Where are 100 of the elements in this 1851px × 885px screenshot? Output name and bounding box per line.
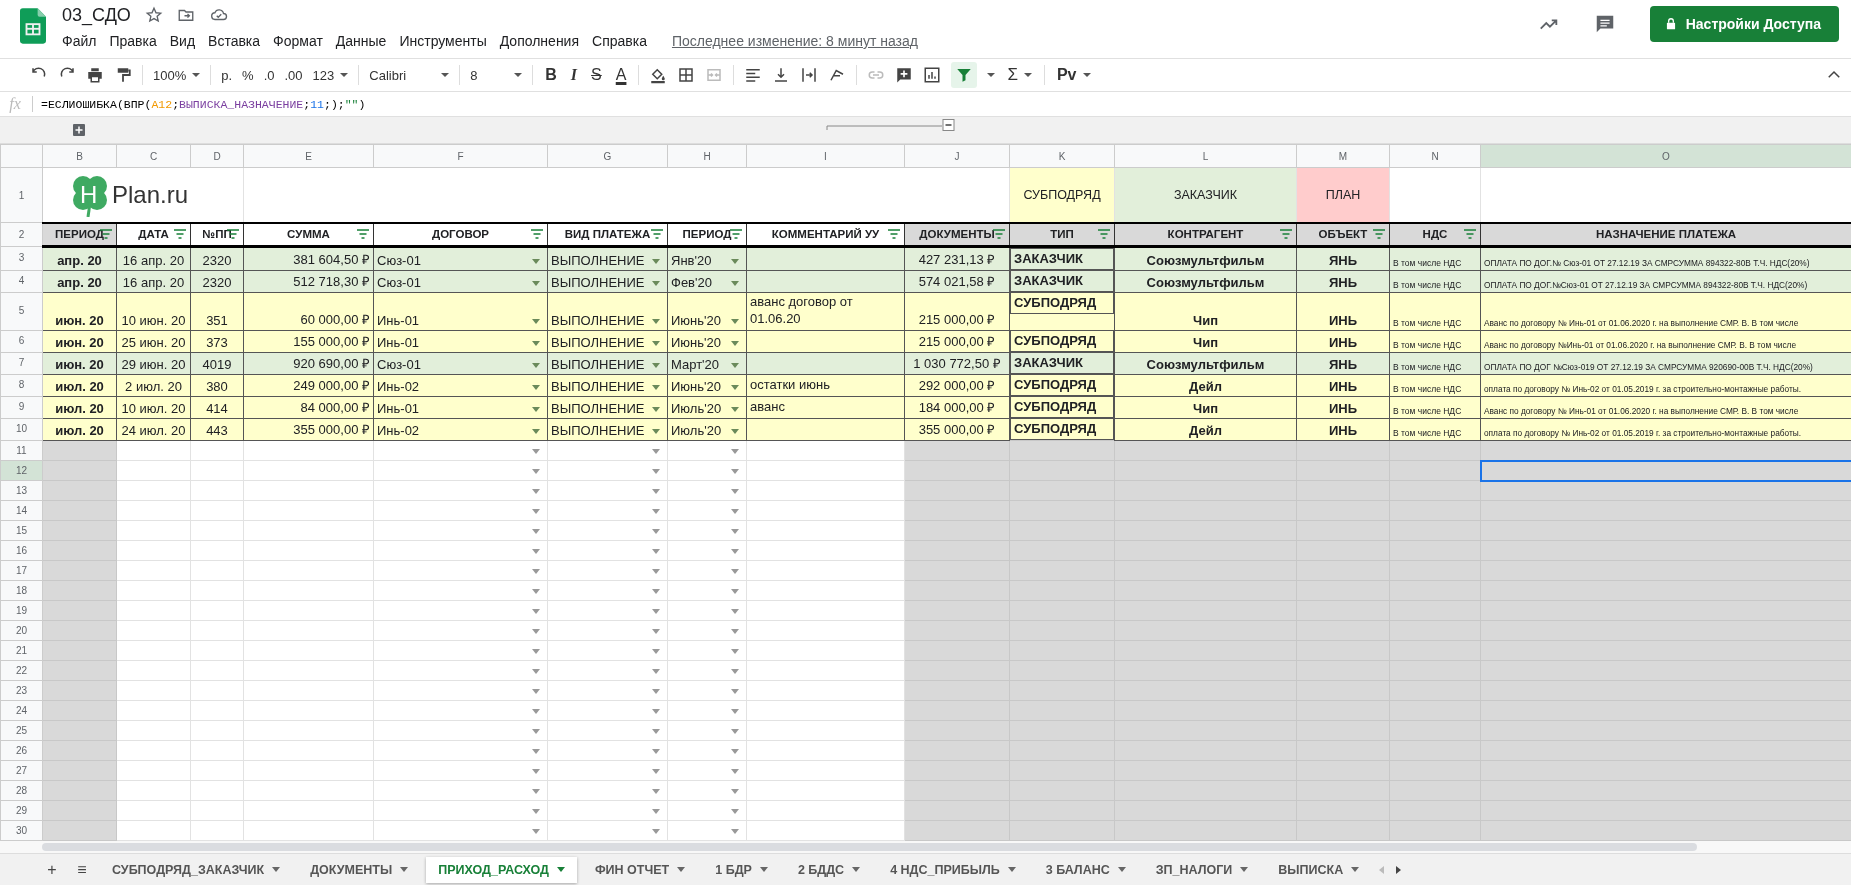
dropdown-icon[interactable]: [731, 469, 739, 475]
column-header[interactable]: J: [904, 144, 1010, 168]
row-number[interactable]: 24: [0, 700, 43, 721]
dropdown-icon[interactable]: [532, 769, 540, 775]
dropdown-icon[interactable]: [652, 749, 660, 755]
column-header[interactable]: G: [547, 144, 668, 168]
menu-item[interactable]: Дополнения: [499, 31, 587, 51]
dropdown-icon[interactable]: [532, 569, 540, 575]
menu-item[interactable]: Инструменты: [399, 31, 494, 51]
expand-group-icon[interactable]: [73, 124, 85, 136]
row-number[interactable]: 15: [0, 520, 43, 541]
dropdown-icon[interactable]: [532, 449, 540, 455]
row-number[interactable]: 29: [0, 800, 43, 821]
share-button[interactable]: Настройки Доступа: [1649, 6, 1839, 42]
sheet-tab[interactable]: ПРИХОД_РАСХОД: [426, 856, 577, 883]
dropdown-icon[interactable]: [731, 829, 739, 835]
font-size-select[interactable]: 8: [470, 67, 523, 83]
dropdown-icon[interactable]: [652, 669, 660, 675]
dropdown-icon[interactable]: [731, 689, 739, 695]
font-select[interactable]: Calibri: [369, 67, 450, 83]
strikethrough-button[interactable]: S: [589, 66, 604, 84]
dropdown-icon[interactable]: [532, 384, 540, 390]
dropdown-icon[interactable]: [731, 340, 739, 346]
sheets-logo-icon[interactable]: [20, 8, 46, 44]
dropdown-icon[interactable]: [652, 489, 660, 495]
row-number[interactable]: 20: [0, 620, 43, 641]
dropdown-icon[interactable]: [532, 629, 540, 635]
column-header[interactable]: L: [1114, 144, 1297, 168]
dropdown-icon[interactable]: [652, 769, 660, 775]
all-sheets-button[interactable]: ≡: [70, 860, 94, 879]
filter-icon[interactable]: [993, 229, 1005, 240]
chart-icon[interactable]: [923, 66, 942, 84]
row-number[interactable]: 28: [0, 780, 43, 801]
row-number[interactable]: 30: [0, 820, 43, 841]
row-number[interactable]: 22: [0, 660, 43, 681]
dropdown-icon[interactable]: [532, 589, 540, 595]
row-number[interactable]: 25: [0, 720, 43, 741]
menu-item[interactable]: Формат: [273, 31, 330, 51]
dropdown-icon[interactable]: [532, 649, 540, 655]
dropdown-icon[interactable]: [731, 669, 739, 675]
dropdown-icon[interactable]: [731, 258, 739, 264]
dropdown-icon[interactable]: [532, 549, 540, 555]
dropdown-icon[interactable]: [731, 729, 739, 735]
dropdown-icon[interactable]: [731, 749, 739, 755]
dropdown-icon[interactable]: [731, 769, 739, 775]
dropdown-icon[interactable]: [731, 569, 739, 575]
dropdown-icon[interactable]: [652, 689, 660, 695]
star-icon[interactable]: [144, 6, 163, 24]
italic-button[interactable]: I: [568, 66, 580, 84]
sheet-tab[interactable]: ФИН ОТЧЕТ: [582, 856, 698, 883]
column-header[interactable]: D: [190, 144, 244, 168]
dropdown-icon[interactable]: [731, 549, 739, 555]
menu-item[interactable]: Правка: [109, 31, 164, 51]
dropdown-icon[interactable]: [652, 449, 660, 455]
menu-item[interactable]: Справка: [592, 31, 654, 51]
dropdown-icon[interactable]: [652, 549, 660, 555]
row-number[interactable]: 11: [0, 440, 43, 461]
dropdown-icon[interactable]: [731, 449, 739, 455]
sheet-tab[interactable]: 4 НДС_ПРИБЫЛЬ: [878, 856, 1028, 883]
bold-button[interactable]: B: [543, 66, 559, 84]
column-header[interactable]: I: [746, 144, 905, 168]
borders-icon[interactable]: [677, 66, 696, 84]
menu-item[interactable]: Данные: [335, 31, 394, 51]
dropdown-icon[interactable]: [532, 789, 540, 795]
row-number[interactable]: 5: [0, 292, 43, 331]
dropdown-icon[interactable]: [652, 609, 660, 615]
row-number[interactable]: 9: [0, 396, 43, 419]
column-header[interactable]: H: [667, 144, 747, 168]
column-header[interactable]: N: [1389, 144, 1481, 168]
dropdown-icon[interactable]: [652, 362, 660, 368]
dropdown-icon[interactable]: [731, 589, 739, 595]
dropdown-icon[interactable]: [652, 829, 660, 835]
dropdown-icon[interactable]: [731, 529, 739, 535]
sheet-tab[interactable]: 2 БДДС: [785, 856, 873, 883]
row-number[interactable]: 17: [0, 560, 43, 581]
add-comment-icon[interactable]: [895, 66, 914, 84]
currency-format-button[interactable]: р.: [221, 67, 233, 83]
row-number[interactable]: 19: [0, 600, 43, 621]
column-header[interactable]: F: [373, 144, 548, 168]
row-number[interactable]: 14: [0, 500, 43, 521]
functions-button[interactable]: Σ: [1005, 65, 1034, 85]
dropdown-icon[interactable]: [652, 406, 660, 412]
menu-item[interactable]: Вид: [169, 31, 203, 51]
sheet-tab[interactable]: 1 БДР: [703, 856, 780, 883]
sheet-tab[interactable]: СУБПОДРЯД_ЗАКАЗЧИК: [100, 856, 293, 883]
dropdown-icon[interactable]: [652, 469, 660, 475]
percent-format-button[interactable]: %: [242, 67, 254, 83]
column-header[interactable]: K: [1009, 144, 1115, 168]
last-edit-link[interactable]: Последнее изменение: 8 минут назад: [671, 33, 918, 49]
dropdown-icon[interactable]: [652, 340, 660, 346]
filter-button[interactable]: [951, 62, 978, 88]
column-header[interactable]: C: [116, 144, 191, 168]
dropdown-icon[interactable]: [532, 318, 540, 324]
dropdown-icon[interactable]: [731, 406, 739, 412]
row-number[interactable]: 23: [0, 680, 43, 701]
row-number[interactable]: 13: [0, 480, 43, 501]
dropdown-icon[interactable]: [532, 362, 540, 368]
dropdown-icon[interactable]: [731, 809, 739, 815]
row-number[interactable]: 4: [0, 270, 43, 292]
dropdown-icon[interactable]: [652, 789, 660, 795]
